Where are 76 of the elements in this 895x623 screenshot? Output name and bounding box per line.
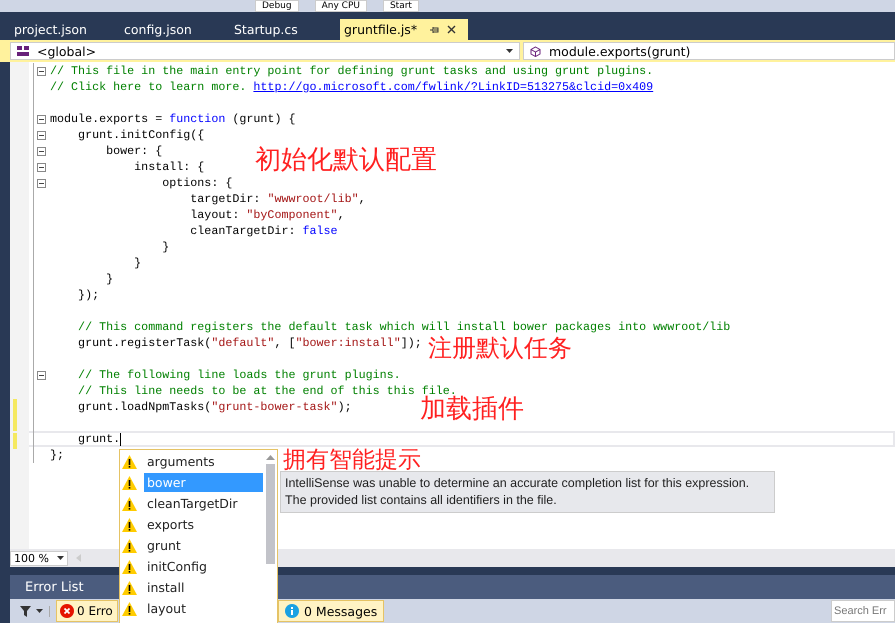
code-line: }	[133, 256, 142, 270]
text-cursor	[120, 432, 122, 446]
errors-filter-button[interactable]: 0 Erro	[56, 600, 118, 622]
search-field[interactable]: Search Err	[831, 600, 895, 622]
code-line: };	[50, 448, 64, 462]
annotation-text: 注册默认任务	[428, 336, 572, 362]
code-line: // The following line loads the grunt plugins.	[77, 368, 401, 382]
collapse-icon[interactable]	[37, 162, 46, 172]
collapse-icon[interactable]	[37, 66, 46, 76]
caret-icon	[36, 609, 43, 613]
code-line: grunt.registerTask("default", ["bower:install"]);	[77, 336, 422, 350]
scope-dropdown[interactable]: <global>	[10, 42, 520, 60]
annotation-text: 加载插件	[420, 393, 524, 423]
toolbar-combo[interactable]: Any CPU	[314, 0, 367, 12]
cube-icon	[530, 46, 541, 56]
tooltip-text: The provided list contains all identifiers in the file.	[285, 492, 558, 509]
code-line: grunt.	[77, 432, 120, 446]
scope-icon	[17, 46, 29, 56]
code-line: grunt.initConfig({	[77, 128, 204, 142]
document-tab[interactable]: gruntfile.js*	[340, 19, 468, 40]
panel-title: Error List	[25, 580, 84, 594]
pin-icon[interactable]	[429, 24, 440, 34]
code-line: }	[161, 240, 170, 254]
code-line: install: {	[133, 160, 204, 174]
collapse-icon[interactable]	[37, 114, 46, 124]
member-dropdown[interactable]: module.exports(grunt)	[523, 42, 895, 60]
collapse-icon[interactable]	[37, 370, 46, 380]
code-line: targetDir: "wwwroot/lib",	[189, 192, 366, 206]
close-icon[interactable]	[447, 25, 456, 34]
code-line: });	[77, 288, 100, 302]
warning-icon	[122, 602, 137, 616]
collapse-icon[interactable]	[37, 130, 46, 140]
completion-item[interactable]: grunt	[144, 536, 263, 555]
warning-icon	[122, 496, 137, 510]
warning-icon	[122, 454, 137, 468]
warning-icon	[122, 580, 137, 594]
completion-item[interactable]: cleanTargetDir	[144, 494, 263, 513]
scroll-up-icon[interactable]	[266, 455, 274, 460]
error-icon	[60, 604, 74, 618]
toolbar-combo[interactable]: Start	[382, 0, 419, 12]
document-tab[interactable]: config.json	[120, 19, 228, 40]
caret-icon	[506, 49, 513, 53]
warning-icon	[122, 518, 137, 532]
tooltip-text: IntelliSense was unable to determine an accurate completion list for this expression.	[285, 475, 750, 492]
code-line: // Click here to learn more. http://go.microsoft.com/fwlink/?LinkID=513275&clcid=0x409	[50, 80, 654, 94]
warning-icon	[122, 538, 137, 552]
warning-icon	[122, 476, 137, 490]
info-icon	[285, 604, 299, 618]
scrollbar-thumb[interactable]	[266, 464, 274, 564]
code-line: // This file in the main entry point for defining grunt tasks and using grunt plugins.	[50, 64, 654, 78]
completion-item[interactable]: initConfig	[144, 557, 263, 576]
completion-item[interactable]: exports	[144, 515, 263, 534]
code-line: bower: {	[105, 144, 162, 158]
code-line: // This command registers the default task which will install bower packages into wwwroot/lib	[77, 320, 730, 334]
completion-item[interactable]: arguments	[144, 452, 263, 471]
code-line: grunt.loadNpmTasks("grunt-bower-task");	[77, 400, 352, 414]
code-line: options: {	[161, 176, 232, 190]
completion-item[interactable]: layout	[144, 599, 263, 618]
code-line: cleanTargetDir: false	[189, 224, 338, 238]
caret-icon	[57, 556, 64, 560]
toolbar-combo[interactable]: Debug	[255, 0, 299, 12]
document-tab[interactable]: Startup.cs	[230, 19, 338, 40]
code-line: module.exports = function (grunt) {	[50, 112, 296, 126]
messages-filter-button[interactable]: 0 Messages	[278, 600, 384, 622]
annotation-text: 初始化默认配置	[255, 144, 437, 174]
code-line: }	[105, 272, 114, 286]
zoom-dropdown[interactable]: 100 %	[10, 550, 68, 566]
code-line: layout: "byComponent",	[189, 208, 345, 222]
document-tab[interactable]: project.json	[10, 19, 118, 40]
collapse-icon[interactable]	[37, 178, 46, 188]
annotation-text: 拥有智能提示	[283, 447, 421, 471]
warning-icon	[122, 560, 137, 574]
collapse-icon[interactable]	[37, 146, 46, 156]
completion-item[interactable]: install	[144, 578, 263, 597]
filter-dropdown[interactable]	[20, 606, 50, 616]
filter-icon	[20, 606, 31, 616]
